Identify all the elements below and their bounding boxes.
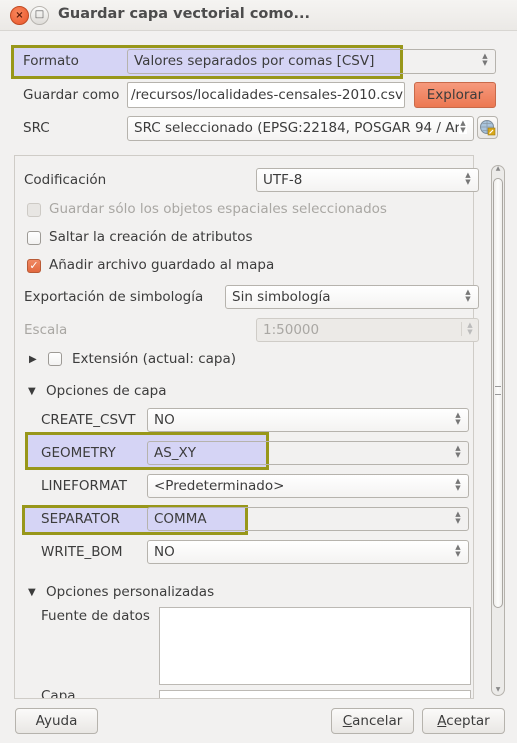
- encoding-select[interactable]: UTF-8 ▲ ▼: [256, 168, 479, 192]
- format-value: Valores separados por comas [CSV]: [134, 53, 375, 69]
- spin-arrows-icon: ▲ ▼: [455, 411, 461, 426]
- grip-icon: [495, 386, 501, 395]
- crs-selector-button[interactable]: [477, 116, 498, 139]
- expand-triangle-icon[interactable]: ▶: [29, 354, 37, 365]
- collapse-triangle-icon[interactable]: ▼: [28, 587, 36, 598]
- layer-label: Capa: [41, 688, 76, 698]
- crs-value: SRC seleccionado (EPSG:22184, POSGAR 94 …: [134, 120, 461, 136]
- option-key-create-csvt: CREATE_CSVT: [41, 412, 136, 428]
- option-key-lineformat: LINEFORMAT: [41, 478, 127, 494]
- datasource-label: Fuente de datos: [41, 608, 150, 624]
- maximize-icon: □: [34, 9, 45, 20]
- crs-selector-icon: [480, 120, 496, 136]
- maximize-window-button[interactable]: □: [30, 6, 49, 25]
- option-key-separator: SEPARATOR: [41, 511, 120, 527]
- symbology-select[interactable]: Sin simbología ▲ ▼: [225, 285, 479, 309]
- cancel-label: ancelar: [352, 713, 403, 729]
- extent-label: Extensión (actual: capa): [72, 351, 237, 367]
- symbology-value: Sin simbología: [232, 289, 331, 305]
- only-selected-checkbox[interactable]: [27, 203, 41, 217]
- help-button[interactable]: Ayuda: [15, 708, 98, 734]
- scale-spinbox[interactable]: 1:50000 ▲ ▼: [256, 318, 479, 342]
- format-label: Formato: [23, 53, 79, 69]
- layer-row-clip: Capa: [15, 688, 473, 698]
- collapse-triangle-icon[interactable]: ▼: [28, 386, 36, 397]
- spin-arrows-icon: ▲ ▼: [465, 171, 471, 186]
- spin-arrows-icon: ▲ ▼: [455, 477, 461, 492]
- symbology-label: Exportación de simbología: [24, 289, 204, 305]
- format-select[interactable]: Valores separados por comas [CSV] ▲ ▼: [127, 49, 496, 74]
- scroll-up-arrow-icon[interactable]: ▲: [494, 165, 502, 172]
- save-as-label: Guardar como: [23, 87, 120, 103]
- add-to-map-label: Añadir archivo guardado al mapa: [49, 257, 275, 273]
- window-title: Guardar capa vectorial como...: [58, 6, 310, 22]
- option-select-write-bom[interactable]: NO ▲ ▼: [147, 540, 469, 564]
- option-value: NO: [154, 544, 175, 560]
- scale-label: Escala: [24, 322, 68, 338]
- spin-arrows-icon: ▲ ▼: [465, 288, 471, 303]
- layer-textarea[interactable]: [159, 690, 471, 698]
- accept-mnemonic: A: [437, 713, 447, 729]
- skip-attributes-checkbox[interactable]: [27, 231, 41, 245]
- checkmark-icon: ✓: [29, 259, 39, 272]
- option-select-create-csvt[interactable]: NO ▲ ▼: [147, 408, 469, 432]
- spin-arrows-icon: ▲ ▼: [482, 52, 488, 67]
- scroll-down-arrow-icon[interactable]: ▼: [494, 686, 502, 693]
- cancel-mnemonic: C: [342, 713, 353, 729]
- cancel-button[interactable]: Cancelar: [331, 708, 414, 734]
- option-value: AS_XY: [154, 445, 197, 461]
- accept-label: ceptar: [446, 713, 490, 729]
- custom-options-label: Opciones personalizadas: [46, 584, 215, 600]
- option-select-geometry[interactable]: AS_XY ▲ ▼: [147, 441, 469, 465]
- option-key-write-bom: WRITE_BOM: [41, 544, 123, 560]
- encoding-label: Codificación: [24, 172, 107, 188]
- option-select-lineformat[interactable]: <Predeterminado> ▲ ▼: [147, 474, 469, 498]
- close-window-button[interactable]: ×: [10, 6, 29, 25]
- add-to-map-checkbox[interactable]: ✓: [27, 259, 41, 273]
- datasource-textarea[interactable]: [159, 607, 471, 685]
- option-value: NO: [154, 412, 175, 428]
- spin-arrows-icon: ▲ ▼: [455, 543, 461, 558]
- close-icon: ×: [15, 10, 24, 21]
- accept-button[interactable]: Aceptar: [422, 708, 505, 734]
- spin-arrows-icon: ▲ ▼: [459, 119, 467, 134]
- option-value: COMMA: [154, 511, 207, 527]
- save-as-value: /recursos/localidades-censales-2010.csv: [131, 87, 403, 103]
- encoding-value: UTF-8: [263, 172, 303, 188]
- skip-attributes-label: Saltar la creación de atributos: [49, 229, 253, 245]
- extent-checkbox[interactable]: [48, 352, 62, 366]
- scale-value: 1:50000: [263, 322, 320, 338]
- spin-arrows-icon: ▲ ▼: [455, 444, 461, 459]
- spin-arrows-icon: ▲ ▼: [455, 510, 461, 525]
- only-selected-label: Guardar sólo los objetos espaciales sele…: [49, 201, 387, 217]
- spin-arrows-icon: ▲ ▼: [461, 322, 478, 336]
- option-select-separator[interactable]: COMMA ▲ ▼: [147, 507, 469, 531]
- save-as-input[interactable]: /recursos/localidades-censales-2010.csv: [127, 82, 405, 108]
- crs-select[interactable]: SRC seleccionado (EPSG:22184, POSGAR 94 …: [127, 116, 474, 141]
- crs-label: SRC: [23, 120, 50, 136]
- browse-button[interactable]: Explorar: [414, 82, 496, 108]
- layer-options-label: Opciones de capa: [46, 383, 167, 399]
- option-key-geometry: GEOMETRY: [41, 445, 116, 461]
- option-value: <Predeterminado>: [154, 478, 285, 494]
